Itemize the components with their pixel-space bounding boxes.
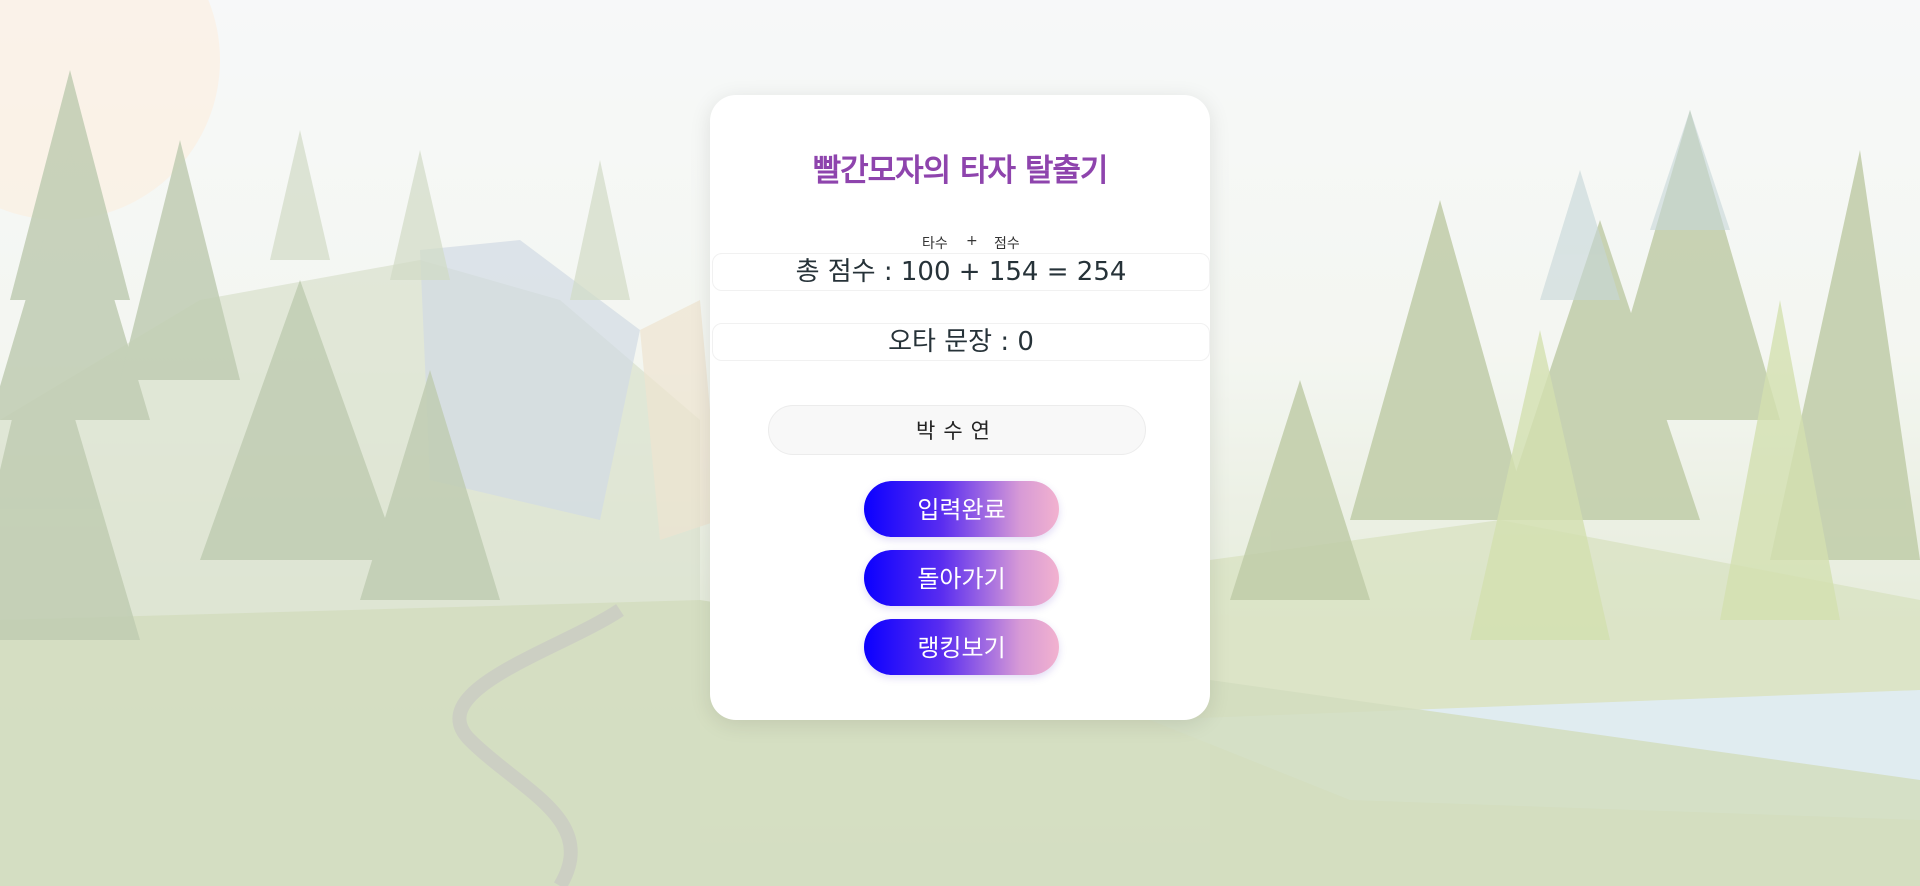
total-score: 총 점수 : 100 + 154 = 254 [712, 253, 1210, 291]
submit-button[interactable]: 입력완료 [864, 481, 1059, 537]
hint-score: 점수 [994, 236, 1020, 252]
result-card: 빨간모자의 타자 탈출기 타수 + 점수 총 점수 : 100 + 154 = … [710, 95, 1210, 720]
name-input[interactable] [768, 405, 1146, 455]
hint-plus: + [966, 233, 978, 249]
ranking-button[interactable]: 랭킹보기 [864, 619, 1059, 675]
hint-typing-count: 타수 [922, 236, 948, 252]
back-button[interactable]: 돌아가기 [864, 550, 1059, 606]
game-title: 빨간모자의 타자 탈출기 [812, 153, 1109, 189]
typo-count: 오타 문장 : 0 [712, 323, 1210, 361]
game-screen: 빨간모자의 타자 탈출기 타수 + 점수 총 점수 : 100 + 154 = … [0, 0, 1920, 886]
